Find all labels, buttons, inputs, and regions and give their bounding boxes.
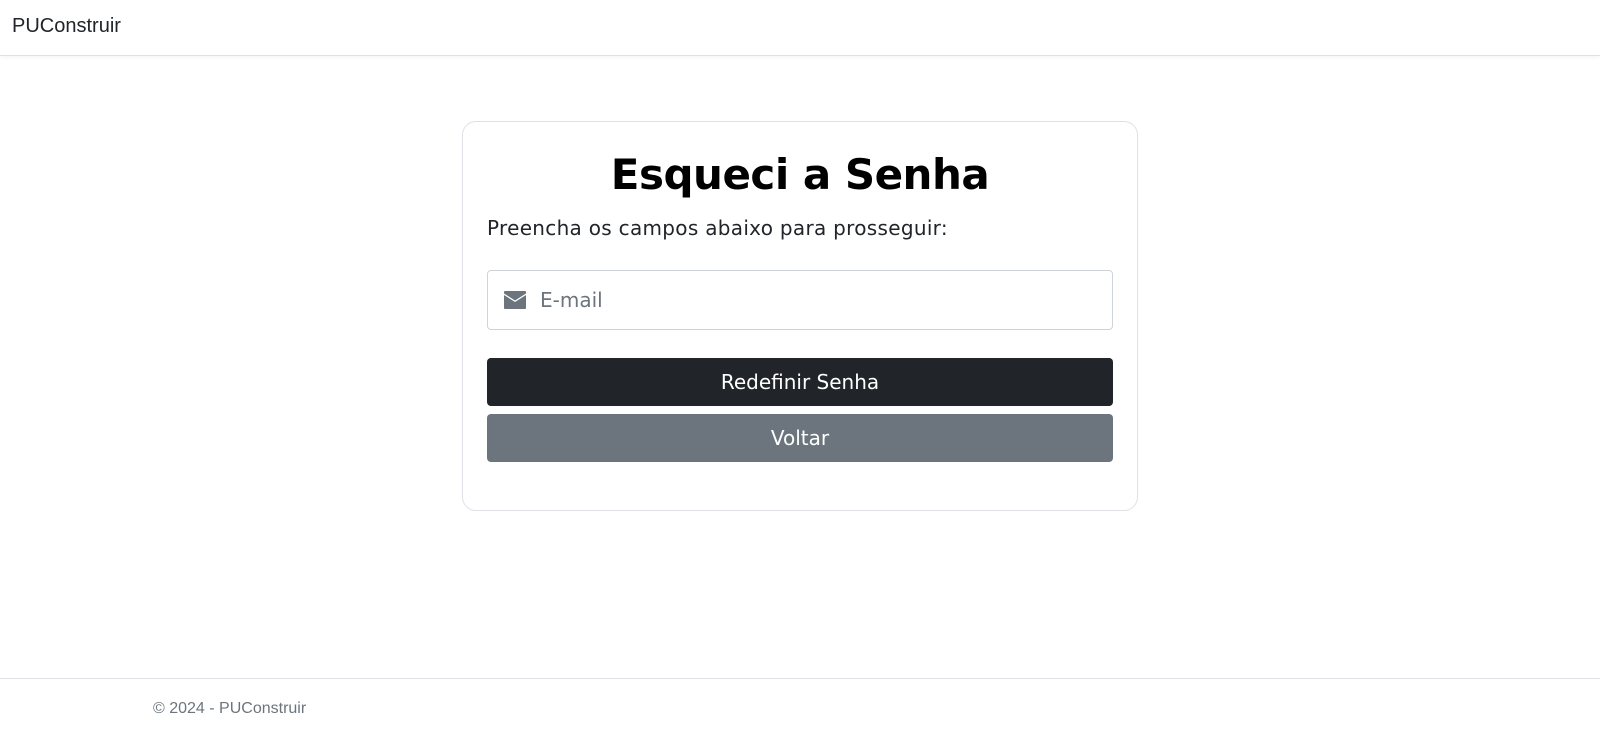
email-field[interactable] [540, 271, 1100, 329]
back-button[interactable]: Voltar [487, 414, 1113, 462]
footer-copyright: © 2024 - PUConstruir [153, 700, 307, 717]
envelope-icon [504, 291, 526, 309]
footer: © 2024 - PUConstruir [0, 678, 1600, 739]
reset-password-button[interactable]: Redefinir Senha [487, 358, 1113, 406]
form-instructions: Preencha os campos abaixo para prossegui… [487, 216, 948, 240]
navbar-brand[interactable]: PUConstruir [12, 15, 121, 38]
navbar: PUConstruir [0, 0, 1600, 56]
forgot-password-card: Esqueci a Senha Preencha os campos abaix… [462, 121, 1138, 511]
page-title: Esqueci a Senha [610, 150, 990, 199]
email-input-group [487, 270, 1113, 330]
